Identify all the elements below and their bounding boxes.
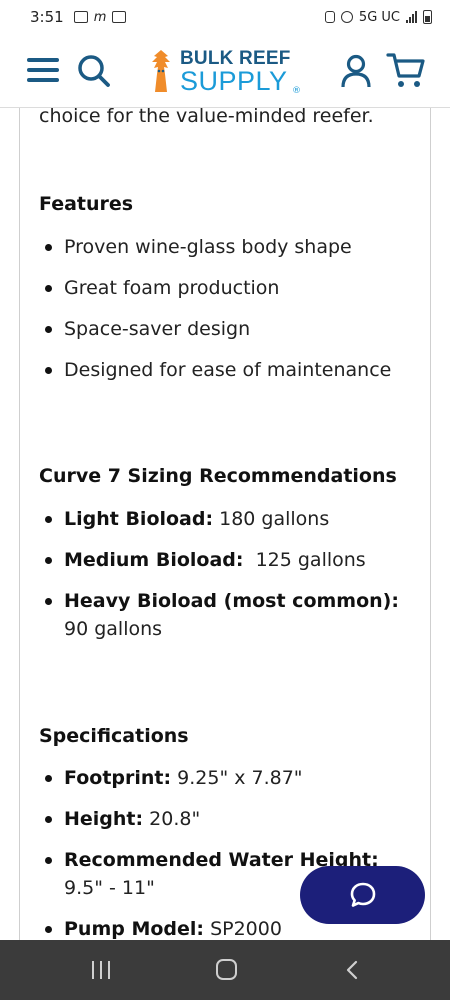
item-label: Medium Bioload: — [64, 549, 244, 571]
item-value: SP2000 — [204, 918, 282, 940]
registered-mark: ® — [292, 86, 301, 96]
voicemail-icon — [73, 11, 88, 23]
logo-text-bottom: SUPPLY — [180, 66, 288, 96]
list-item: Height: 20.8" — [39, 805, 414, 833]
sizing-heading: Curve 7 Sizing Recommendations — [39, 465, 397, 487]
image-icon — [112, 11, 127, 23]
list-item: Light Bioload: 180 gallons — [39, 505, 414, 533]
battery-icon — [423, 10, 432, 24]
list-item: Proven wine-glass body shape — [39, 233, 414, 261]
item-label: Footprint: — [64, 767, 172, 789]
chat-bubble-icon — [350, 882, 375, 907]
notification-m-icon: m — [93, 9, 107, 25]
network-label: 5G UC — [358, 9, 400, 25]
features-heading: Features — [39, 193, 134, 215]
item-value: 9.25" x 7.87" — [171, 767, 303, 789]
status-bar: 3:51 m 5G UC — [0, 0, 450, 34]
status-time: 3:51 — [30, 8, 64, 26]
cart-icon[interactable] — [386, 52, 426, 90]
status-system-icons: 5G UC — [324, 9, 432, 25]
alarm-icon — [340, 11, 353, 23]
chat-button[interactable] — [300, 866, 425, 924]
sizing-list: Light Bioload: 180 gallons Medium Bioloa… — [39, 505, 414, 656]
list-item: Great foam production — [39, 274, 414, 302]
item-label: Heavy Bioload (most common): — [64, 590, 399, 612]
menu-icon[interactable] — [27, 58, 59, 82]
list-item: Footprint: 9.25" x 7.87" — [39, 764, 414, 792]
specifications-heading: Specifications — [39, 725, 189, 747]
signal-icon — [406, 11, 417, 23]
lock-icon — [324, 11, 335, 23]
item-value: 9.5" - 11" — [64, 877, 155, 899]
status-notification-icons: m — [73, 9, 127, 25]
system-nav-bar — [0, 940, 450, 1000]
item-value: 90 gallons — [64, 618, 163, 640]
list-item: Heavy Bioload (most common): 90 gallons — [39, 587, 414, 643]
item-label: Pump Model: — [64, 918, 205, 940]
product-description: choice for the value-minded reefer. Feat… — [19, 108, 431, 940]
item-label: Height: — [64, 808, 144, 830]
item-value: 125 gallons — [243, 549, 366, 571]
back-icon[interactable] — [344, 960, 362, 980]
list-item: Designed for ease of maintenance — [39, 356, 414, 384]
item-label: Light Bioload: — [64, 508, 214, 530]
list-item: Medium Bioload: 125 gallons — [39, 546, 414, 574]
list-item: Space-saver design — [39, 315, 414, 343]
intro-text: choice for the value-minded reefer. — [39, 108, 374, 127]
item-value: 20.8" — [143, 808, 201, 830]
brand-logo[interactable]: BULK REEF SUPPLY ® — [148, 46, 303, 98]
search-icon[interactable] — [77, 54, 111, 88]
recent-apps-icon[interactable] — [90, 961, 112, 979]
logo-mascot-icon — [152, 50, 170, 92]
item-value: 180 gallons — [213, 508, 330, 530]
home-icon[interactable] — [216, 959, 237, 980]
user-icon[interactable] — [340, 54, 372, 88]
site-header: BULK REEF SUPPLY ® — [0, 34, 450, 108]
features-list: Proven wine-glass body shape Great foam … — [39, 233, 414, 397]
